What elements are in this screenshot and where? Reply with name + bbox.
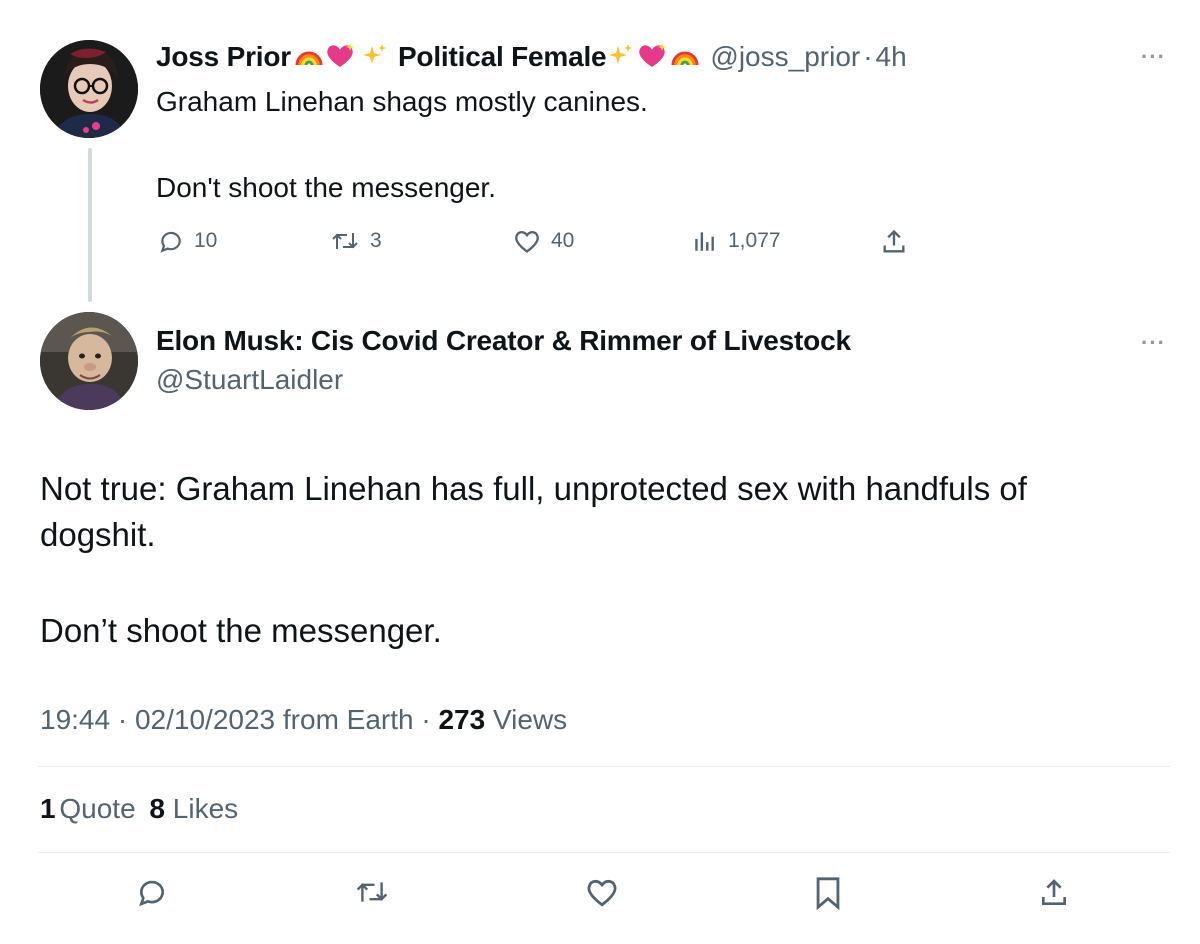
tweet-text-line1: Not true: Graham Linehan has full, unpro… — [40, 470, 1027, 507]
reply-icon — [139, 880, 164, 907]
reply-count: 10 — [194, 229, 218, 252]
thread-connector-line — [88, 148, 92, 302]
reply-icon — [158, 228, 184, 254]
share-button[interactable] — [1038, 876, 1070, 915]
avatar-image — [40, 312, 138, 410]
bookmark-icon — [816, 877, 840, 911]
sparkling-heart-icon — [324, 41, 356, 74]
tweet-metadata: 19:44 · 02/10/2023 from Earth · 273 View… — [40, 704, 567, 736]
views-action[interactable]: 1,077 — [692, 228, 781, 254]
author-name[interactable]: Joss Prior — [156, 41, 291, 73]
repost-icon — [330, 228, 360, 254]
sparkling-heart-icon — [636, 41, 668, 74]
more-icon[interactable]: ··· — [1141, 44, 1166, 70]
quotes-link[interactable]: 1 Quote — [40, 793, 143, 824]
tweet-date[interactable]: 02/10/2023 — [135, 704, 275, 735]
tweet-age[interactable]: 4h — [876, 41, 907, 73]
sparkles-icon — [606, 42, 634, 73]
like-count: 40 — [551, 229, 575, 252]
likes-link[interactable]: 8 Likes — [149, 793, 238, 824]
tweet-time[interactable]: 19:44 — [40, 704, 110, 735]
share-action[interactable] — [880, 228, 908, 256]
likes-count: 8 — [149, 793, 165, 824]
like-icon — [513, 228, 541, 254]
likes-label: Likes — [172, 793, 239, 824]
repost-button[interactable] — [354, 876, 390, 913]
views-count: 1,077 — [728, 229, 781, 252]
author-name-suffix[interactable]: Political Female — [398, 41, 607, 73]
rainbow-icon — [294, 43, 324, 72]
repost-icon — [356, 882, 388, 902]
author-name[interactable]: Elon Musk: Cis Covid Creator & Rimmer of… — [156, 325, 851, 357]
tweet-text-line2: dogshit. — [40, 516, 156, 553]
rainbow-icon — [670, 43, 700, 72]
separator-dot: · — [421, 704, 431, 735]
views-count: 273 — [438, 704, 486, 735]
separator-dot: · — [117, 704, 128, 735]
author-handle[interactable]: @joss_prior — [710, 41, 860, 73]
more-icon[interactable]: ··· — [1141, 330, 1166, 356]
share-icon — [880, 228, 908, 256]
avatar-stuart-laidler[interactable] — [40, 312, 138, 410]
engagement-stats: 1 Quote 8 Likes — [40, 793, 238, 825]
reply-tweet-header: Joss Prior Political Female @joss_prior … — [156, 38, 907, 76]
quotes-label: Quote — [59, 793, 136, 824]
reply-tweet-text-line1: Graham Linehan shags mostly canines. — [156, 86, 648, 117]
like-action[interactable]: 40 — [513, 228, 574, 254]
repost-count: 3 — [370, 229, 382, 252]
reply-action[interactable]: 10 — [158, 228, 217, 254]
tweet-text-line3: Don’t shoot the messenger. — [40, 612, 442, 649]
tweet-source: from Earth — [282, 704, 414, 735]
reply-tweet-text-line2: Don't shoot the messenger. — [156, 172, 496, 203]
like-button[interactable] — [585, 876, 619, 913]
sparkles-icon — [360, 42, 388, 73]
bookmark-button[interactable] — [813, 876, 843, 915]
divider — [38, 766, 1170, 767]
share-icon — [1042, 879, 1066, 905]
like-icon — [587, 879, 617, 907]
avatar-image — [40, 40, 138, 138]
repost-action[interactable]: 3 — [330, 228, 382, 254]
views-label: Views — [492, 704, 568, 735]
author-handle[interactable]: @StuartLaidler — [156, 364, 343, 396]
avatar-joss-prior[interactable] — [40, 40, 138, 138]
quotes-count: 1 — [40, 793, 56, 824]
reply-button[interactable] — [136, 876, 168, 913]
views-icon — [692, 228, 718, 254]
separator-dot: · — [863, 41, 873, 72]
divider — [38, 852, 1170, 853]
